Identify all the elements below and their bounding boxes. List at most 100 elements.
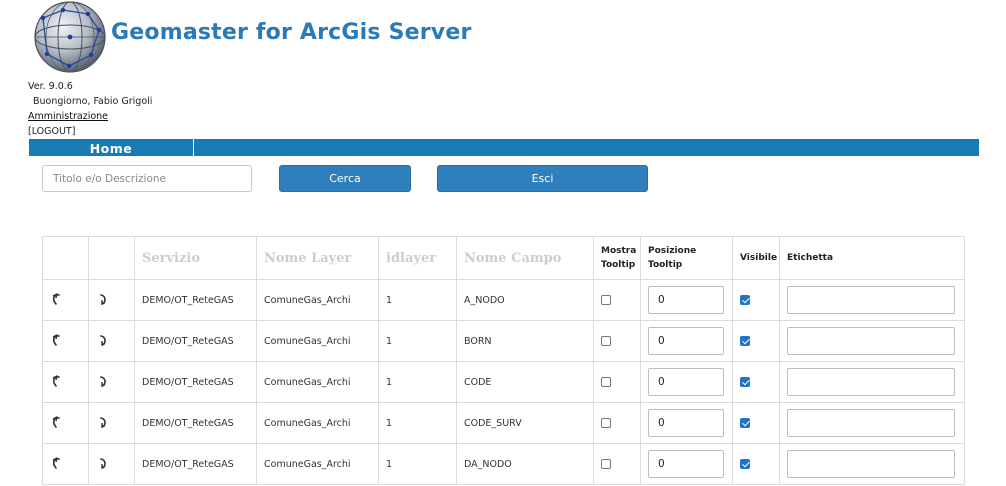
cell-posizione-tooltip [640,320,733,362]
cell-nome-layer: ComuneGas_Archi [256,443,379,485]
cell-idlayer: 1 [378,402,457,444]
undo-icon[interactable] [50,292,64,306]
undo-icon[interactable] [50,456,64,470]
search-button[interactable]: Cerca [279,165,411,192]
etichetta-input[interactable] [787,286,955,314]
visibile-checkbox[interactable] [740,336,750,346]
redo-icon[interactable] [96,415,110,429]
cell-mostra-tooltip [593,279,641,321]
table-header-row: Servizio Nome Layer idlayer Nome Campo M… [42,236,965,280]
header-idlayer[interactable]: idlayer [378,236,457,280]
undo-cell [42,361,89,403]
cell-nome-campo: DA_NODO [456,443,594,485]
cell-idlayer: 1 [378,361,457,403]
version-text: Ver. 9.0.6 [28,81,73,92]
visibile-checkbox[interactable] [740,295,750,305]
undo-icon[interactable] [50,415,64,429]
cell-servizio: DEMO/OT_ReteGAS [134,320,257,362]
cell-nome-layer: ComuneGas_Archi [256,320,379,362]
undo-cell [42,402,89,444]
posizione-tooltip-input[interactable] [648,368,724,396]
app-header: Geomaster for ArcGis Server [33,0,533,78]
posizione-tooltip-input[interactable] [648,286,724,314]
logout-link[interactable]: [LOGOUT] [28,126,75,137]
cell-nome-layer: ComuneGas_Archi [256,402,379,444]
cell-servizio: DEMO/OT_ReteGAS [134,443,257,485]
header-servizio[interactable]: Servizio [134,236,257,280]
cell-nome-campo: BORN [456,320,594,362]
cell-visibile [732,279,780,321]
cell-visibile [732,443,780,485]
mostra-tooltip-checkbox[interactable] [601,295,611,305]
header-etichetta: Etichetta [779,236,965,280]
cell-mostra-tooltip [593,320,641,362]
cell-posizione-tooltip [640,279,733,321]
cell-servizio: DEMO/OT_ReteGAS [134,402,257,444]
header-visibile: Visibile [732,236,780,280]
cell-nome-campo: CODE [456,361,594,403]
etichetta-input[interactable] [787,327,955,355]
cell-servizio: DEMO/OT_ReteGAS [134,279,257,321]
cell-posizione-tooltip [640,402,733,444]
header-nome-layer[interactable]: Nome Layer [256,236,379,280]
posizione-tooltip-input[interactable] [648,327,724,355]
redo-icon[interactable] [96,292,110,306]
posizione-tooltip-input[interactable] [648,409,724,437]
redo-icon[interactable] [96,374,110,388]
cell-idlayer: 1 [378,320,457,362]
cell-nome-layer: ComuneGas_Archi [256,279,379,321]
undo-icon[interactable] [50,374,64,388]
cell-etichetta [779,361,965,403]
table-row: DEMO/OT_ReteGAS ComuneGas_Archi 1 DA_NODO [42,443,965,485]
redo-icon[interactable] [96,333,110,347]
cell-visibile [732,402,780,444]
cell-nome-campo: A_NODO [456,279,594,321]
posizione-tooltip-input[interactable] [648,450,724,478]
mostra-tooltip-checkbox[interactable] [601,459,611,469]
mostra-tooltip-checkbox[interactable] [601,418,611,428]
cell-mostra-tooltip [593,402,641,444]
header-undo [42,236,89,280]
nav-home-tab[interactable]: Home [29,139,194,156]
table-row: DEMO/OT_ReteGAS ComuneGas_Archi 1 A_NODO [42,279,965,321]
cell-servizio: DEMO/OT_ReteGAS [134,361,257,403]
undo-icon[interactable] [50,333,64,347]
cell-etichetta [779,443,965,485]
search-input[interactable] [42,165,252,192]
visibile-checkbox[interactable] [740,459,750,469]
redo-cell [88,402,135,444]
user-greeting: Buongiorno, Fabio Grigoli [33,96,153,107]
visibile-checkbox[interactable] [740,377,750,387]
cell-posizione-tooltip [640,443,733,485]
cell-nome-layer: ComuneGas_Archi [256,361,379,403]
etichetta-input[interactable] [787,409,955,437]
app-title: Geomaster for ArcGis Server [111,20,472,45]
undo-cell [42,443,89,485]
cell-etichetta [779,279,965,321]
cell-visibile [732,361,780,403]
redo-cell [88,279,135,321]
cell-etichetta [779,320,965,362]
fields-table: Servizio Nome Layer idlayer Nome Campo M… [42,236,965,485]
header-posizione-tooltip: Posizione Tooltip [640,236,733,280]
mostra-tooltip-checkbox[interactable] [601,377,611,387]
mostra-tooltip-checkbox[interactable] [601,336,611,346]
exit-button[interactable]: Esci [437,165,648,192]
visibile-checkbox[interactable] [740,418,750,428]
header-nome-campo[interactable]: Nome Campo [456,236,594,280]
cell-visibile [732,320,780,362]
etichetta-input[interactable] [787,368,955,396]
header-redo [88,236,135,280]
table-row: DEMO/OT_ReteGAS ComuneGas_Archi 1 CODE_SURV [42,402,965,444]
redo-cell [88,443,135,485]
cell-mostra-tooltip [593,443,641,485]
redo-icon[interactable] [96,456,110,470]
table-row: DEMO/OT_ReteGAS ComuneGas_Archi 1 CODE [42,361,965,403]
cell-idlayer: 1 [378,443,457,485]
header-mostra-tooltip: Mostra Tooltip [593,236,641,280]
cell-nome-campo: CODE_SURV [456,402,594,444]
undo-cell [42,279,89,321]
admin-link[interactable]: Amministrazione [28,111,108,122]
undo-cell [42,320,89,362]
etichetta-input[interactable] [787,450,955,478]
